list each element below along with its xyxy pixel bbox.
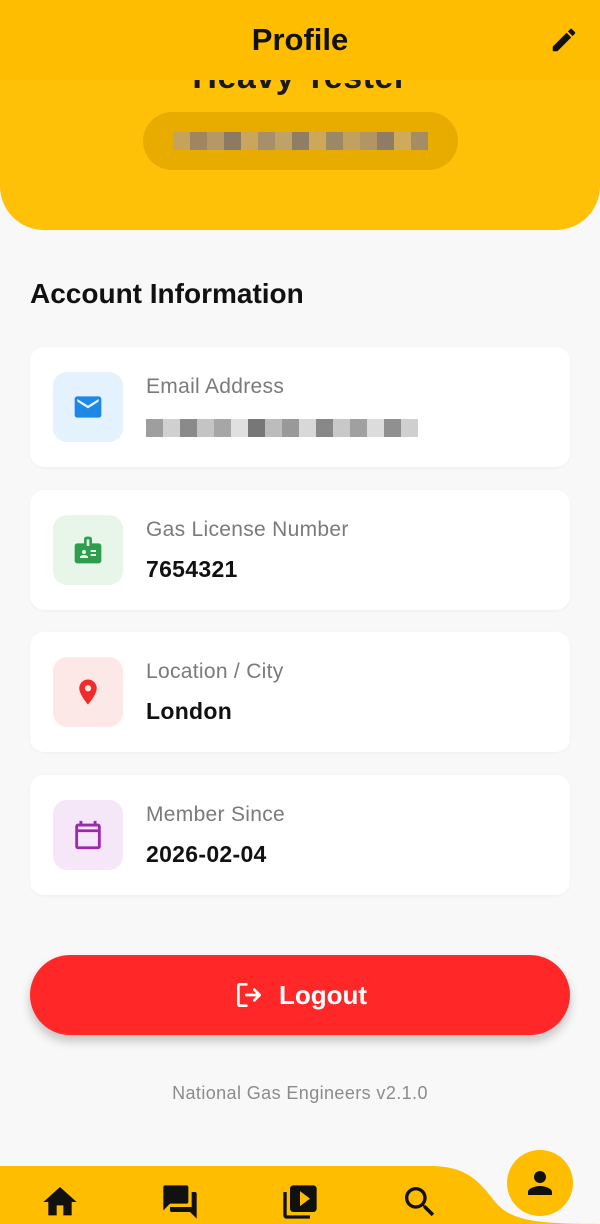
profile-email-pill — [143, 112, 458, 170]
calendar-icon — [75, 820, 101, 850]
location-value: London — [146, 698, 233, 724]
page-title: Profile — [251, 22, 349, 57]
member-since-label: Member Since — [146, 803, 285, 826]
member-since-value: 2026-02-04 — [146, 841, 267, 867]
pencil-icon — [552, 28, 576, 52]
gas-license-card: Gas License Number 7654321 — [30, 490, 570, 610]
app-version: National Gas Engineers v2.1.0 — [172, 1083, 428, 1103]
nav-search[interactable] — [398, 1180, 442, 1224]
calendar-icon-tile — [53, 800, 123, 870]
nav-chat[interactable] — [158, 1180, 202, 1224]
person-icon — [528, 1171, 552, 1195]
logout-label: Logout — [278, 979, 368, 1010]
search-icon — [405, 1187, 435, 1217]
edit-profile-button[interactable] — [546, 22, 582, 58]
redacted-email — [173, 132, 428, 150]
location-card: Location / City London — [30, 632, 570, 752]
license-icon-tile — [53, 515, 123, 585]
email-card: Email Address — [30, 347, 570, 467]
video-library-icon — [283, 1185, 317, 1219]
location-label: Location / City — [146, 660, 284, 683]
email-label: Email Address — [146, 375, 285, 398]
license-label: Gas License Number — [146, 518, 349, 541]
nav-home[interactable] — [38, 1180, 82, 1224]
home-icon — [43, 1187, 77, 1216]
logout-button[interactable]: Logout — [30, 955, 570, 1035]
email-icon-tile — [53, 372, 123, 442]
mail-icon — [74, 396, 102, 418]
member-since-card: Member Since 2026-02-04 — [30, 775, 570, 895]
location-pin-icon — [79, 679, 97, 705]
badge-icon — [74, 536, 102, 564]
logout-icon — [236, 983, 261, 1007]
chat-icon — [163, 1185, 197, 1219]
top-app-bar: Profile — [0, 0, 600, 80]
location-icon-tile — [53, 657, 123, 727]
license-value: 7654321 — [146, 556, 238, 582]
redacted-email-value — [146, 419, 418, 437]
nav-profile-active[interactable] — [507, 1150, 573, 1216]
section-title: Account Information — [30, 278, 304, 309]
nav-videos[interactable] — [278, 1180, 322, 1224]
